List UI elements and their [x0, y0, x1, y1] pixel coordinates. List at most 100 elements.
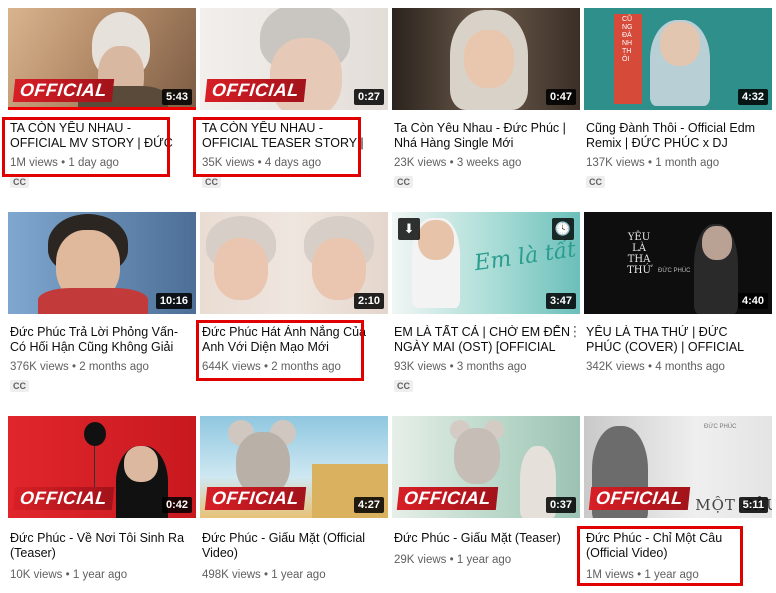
- highlight-box: [2, 117, 170, 177]
- thumbnail-subtitle-text: ĐỨC PHÚC: [704, 424, 737, 430]
- separator: •: [648, 361, 653, 373]
- video-thumbnail[interactable]: OFFICIAL 0:42: [8, 416, 196, 518]
- upload-age: 4 months ago: [655, 361, 725, 373]
- video-title[interactable]: EM LÀ TẤT CẢ | CHỜ EM ĐẾN NGÀY MAI (OST)…: [394, 325, 572, 355]
- video-card[interactable]: OFFICIAL 0:37 Đức Phúc - Giấu Mặt (Tease…: [392, 416, 580, 566]
- video-title[interactable]: Đức Phúc Trả Lời Phỏng Vấn- Có Hối Hận C…: [10, 325, 188, 355]
- separator: •: [72, 361, 77, 373]
- video-thumbnail[interactable]: OFFICIAL 5:43: [8, 8, 196, 110]
- video-thumbnail[interactable]: OFFICIAL 0:37: [392, 416, 580, 518]
- upload-age: 1 year ago: [72, 569, 128, 581]
- video-title[interactable]: Cũng Đành Thôi - Official Edm Remix | ĐỨ…: [586, 121, 764, 151]
- video-meta: 137K views • 1 month ago: [586, 157, 719, 169]
- separator: •: [449, 157, 454, 169]
- thumbnail-title-text: YÊU LÀ THA THỨ: [627, 232, 651, 276]
- video-card[interactable]: 2:10 Đức Phúc Hát Ánh Nắng Của Anh Với D…: [200, 212, 388, 373]
- highlight-box: [193, 117, 361, 177]
- cc-badge: CC: [394, 380, 413, 392]
- video-thumbnail[interactable]: 2:10: [200, 212, 388, 314]
- video-meta: 23K views • 3 weeks ago: [394, 157, 521, 169]
- video-title[interactable]: Đức Phúc - Giấu Mặt (Teaser): [394, 531, 572, 546]
- video-card[interactable]: 10:16 Đức Phúc Trả Lời Phỏng Vấn- Có Hối…: [8, 212, 196, 392]
- duration-badge: 0:37: [545, 497, 576, 513]
- view-count: 10K views: [10, 569, 63, 581]
- duration-badge: 0:27: [353, 89, 384, 105]
- video-card[interactable]: OFFICIAL 0:27 TA CÒN YÊU NHAU - OFFICIAL…: [200, 8, 388, 188]
- duration-badge: 5:43: [161, 89, 192, 105]
- watch-progress-bar: [8, 107, 196, 110]
- thumbnail-subtitle-text: ĐỨC PHÚC: [658, 268, 691, 274]
- video-thumbnail[interactable]: CŨNG ĐÀNH THÔI 4:32: [584, 8, 772, 110]
- video-thumbnail[interactable]: 10:16: [8, 212, 196, 314]
- watch-later-icon[interactable]: 🕓: [552, 218, 574, 240]
- separator: •: [449, 554, 454, 566]
- video-meta: 10K views • 1 year ago: [10, 569, 127, 581]
- video-card[interactable]: OFFICIAL 4:27 Đức Phúc - Giấu Mặt (Offic…: [200, 416, 388, 581]
- upload-age: 3 months ago: [456, 361, 527, 373]
- video-card[interactable]: OFFICIAL 5:43 TA CÒN YÊU NHAU - OFFICIAL…: [8, 8, 196, 188]
- official-badge: OFFICIAL: [12, 487, 115, 510]
- upload-age: 2 months ago: [79, 361, 149, 373]
- duration-badge: 3:47: [545, 293, 576, 309]
- view-count: 498K views: [202, 569, 261, 581]
- duration-badge: 4:32: [737, 89, 768, 105]
- cc-badge: CC: [202, 176, 221, 188]
- duration-badge: 10:16: [155, 293, 192, 309]
- upload-age: 1 year ago: [456, 554, 512, 566]
- separator: •: [65, 569, 70, 581]
- official-badge: OFFICIAL: [204, 79, 307, 102]
- video-card[interactable]: YÊU LÀ THA THỨ ĐỨC PHÚC 4:40 YÊU LÀ THA …: [584, 212, 772, 373]
- video-card[interactable]: OFFICIAL 0:42 Đức Phúc - Về Nơi Tôi Sinh…: [8, 416, 196, 581]
- upload-age: 3 weeks ago: [456, 157, 522, 169]
- video-thumbnail[interactable]: YÊU LÀ THA THỨ ĐỨC PHÚC 4:40: [584, 212, 772, 314]
- separator: •: [264, 569, 269, 581]
- video-thumbnail[interactable]: ĐỨC PHÚC CHỈ MỘT CÂU OFFICIAL 5:11: [584, 416, 772, 518]
- video-thumbnail[interactable]: OFFICIAL 4:27: [200, 416, 388, 518]
- video-meta: 29K views • 1 year ago: [394, 554, 511, 566]
- video-thumbnail[interactable]: OFFICIAL 0:27: [200, 8, 388, 110]
- upload-age: 1 year ago: [271, 569, 326, 581]
- mascot-head: [454, 428, 500, 484]
- official-badge: OFFICIAL: [588, 487, 691, 510]
- official-badge: OFFICIAL: [396, 487, 499, 510]
- download-icon[interactable]: ⬇: [398, 218, 420, 240]
- duration-badge: 0:47: [545, 89, 576, 105]
- video-meta: 498K views • 1 year ago: [202, 569, 326, 581]
- video-meta: 342K views • 4 months ago: [586, 361, 725, 373]
- balloon-graphic: [84, 422, 106, 446]
- video-title[interactable]: Ta Còn Yêu Nhau - Đức Phúc | Nhá Hàng Si…: [394, 121, 572, 151]
- separator: •: [449, 361, 454, 373]
- video-title[interactable]: YÊU LÀ THA THỨ | ĐỨC PHÚC (COVER) | OFFI…: [586, 325, 764, 355]
- cc-badge: CC: [10, 176, 29, 188]
- view-count: 93K views: [394, 361, 447, 373]
- video-thumbnail[interactable]: Em là tất cả ⬇ 🕓 3:47: [392, 212, 580, 314]
- video-meta: 93K views • 3 months ago: [394, 361, 527, 373]
- view-count: 29K views: [394, 554, 447, 566]
- official-badge: OFFICIAL: [204, 487, 307, 510]
- view-count: 376K views: [10, 361, 69, 373]
- video-meta: 376K views • 2 months ago: [10, 361, 149, 373]
- video-card[interactable]: 0:47 Ta Còn Yêu Nhau - Đức Phúc | Nhá Hà…: [392, 8, 580, 188]
- highlight-box: [196, 320, 364, 381]
- duration-badge: 4:27: [353, 497, 384, 513]
- duration-badge: 0:42: [161, 497, 192, 513]
- video-title[interactable]: Đức Phúc - Về Nơi Tôi Sinh Ra (Teaser): [10, 531, 188, 561]
- official-badge: OFFICIAL: [12, 79, 115, 102]
- upload-age: 1 month ago: [655, 157, 720, 169]
- more-actions-icon[interactable]: ⋮: [568, 324, 582, 338]
- video-thumbnail[interactable]: 0:47: [392, 8, 580, 110]
- video-card[interactable]: ĐỨC PHÚC CHỈ MỘT CÂU OFFICIAL 5:11 Đức P…: [584, 416, 772, 581]
- cc-badge: CC: [586, 176, 605, 188]
- view-count: 137K views: [586, 157, 645, 169]
- video-card[interactable]: CŨNG ĐÀNH THÔI 4:32 Cũng Đành Thôi - Off…: [584, 8, 772, 188]
- duration-badge: 2:10: [353, 293, 384, 309]
- cc-badge: CC: [10, 380, 29, 392]
- video-card[interactable]: Em là tất cả ⬇ 🕓 3:47 EM LÀ TẤT CẢ | CHỜ…: [392, 212, 582, 392]
- separator: •: [648, 157, 653, 169]
- cc-badge: CC: [394, 176, 413, 188]
- thumbnail-text: CŨNG ĐÀNH THÔI: [622, 16, 633, 63]
- view-count: 23K views: [394, 157, 447, 169]
- duration-badge: 5:11: [738, 497, 768, 513]
- video-title[interactable]: Đức Phúc - Giấu Mặt (Official Video): [202, 531, 380, 561]
- highlight-box: [577, 526, 743, 586]
